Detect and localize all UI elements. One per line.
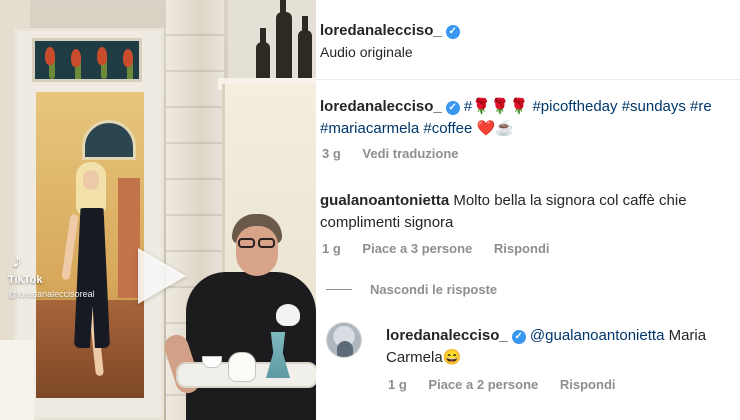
caption-hashtags-line2[interactable]: #mariacarmela #coffee: [320, 120, 472, 137]
verified-badge-icon: ✓: [445, 25, 460, 39]
reply-reply-button[interactable]: Rispondi: [560, 377, 616, 392]
caption-time: 3 g: [322, 146, 341, 161]
tiktok-icon: ♪: [12, 250, 22, 272]
post-caption: loredanalecciso_ ✓ #🌹🌹🌹 #picoftheday #sun…: [320, 96, 740, 140]
divider: [326, 289, 352, 290]
caption-username[interactable]: loredanalecciso_: [320, 98, 442, 115]
tiktok-handle: @loredanaleccisoreal: [8, 289, 95, 299]
glasses: [236, 238, 278, 248]
tiktok-brand: TikTok: [8, 274, 43, 286]
inner-door: [118, 178, 140, 298]
caption-hashtags[interactable]: #🌹🌹🌹 #picoftheday #sundays #re: [464, 98, 712, 115]
video-player[interactable]: ♪ TikTok @loredanaleccisoreal: [0, 0, 316, 420]
woman-with-tray: [186, 272, 316, 420]
tiktok-watermark: ♪ TikTok @loredanaleccisoreal: [8, 250, 95, 299]
post-header: loredanalecciso_ ✓ Audio originale: [316, 0, 740, 80]
play-icon[interactable]: [138, 248, 186, 304]
see-translation-link[interactable]: Vedi traduzione: [362, 146, 458, 161]
audio-label[interactable]: Audio originale: [320, 44, 413, 60]
comment: gualanoantonietta Molto bella la signora…: [320, 190, 734, 234]
reply-meta: 1 g Piace a 2 persone Rispondi: [388, 377, 634, 392]
reply-mention[interactable]: @gualanoantonietta: [530, 327, 665, 344]
stained-glass-window: [32, 38, 142, 82]
comment-username[interactable]: gualanoantonietta: [320, 192, 449, 209]
comment-likes-link[interactable]: Piace a 3 persone: [362, 241, 472, 256]
hide-replies-button[interactable]: Nascondi le risposte: [326, 282, 497, 297]
header-username[interactable]: loredanalecciso_: [320, 22, 442, 39]
comment-reply-button[interactable]: Rispondi: [494, 241, 550, 256]
reply-username[interactable]: loredanalecciso_: [386, 327, 508, 344]
comments-panel: loredanalecciso_ ✓ Audio originale loreda…: [316, 0, 740, 420]
caption-meta: 3 g Vedi traduzione: [322, 146, 477, 161]
header-user: loredanalecciso_ ✓: [320, 22, 460, 40]
reply-time: 1 g: [388, 377, 407, 392]
hide-replies-label: Nascondi le risposte: [370, 282, 498, 297]
verified-badge-icon: ✓: [511, 330, 526, 344]
comment-time: 1 g: [322, 241, 341, 256]
reply-likes-link[interactable]: Piace a 2 persone: [428, 377, 538, 392]
coffee-cup: [202, 356, 222, 368]
bottles: [252, 0, 316, 82]
avatar[interactable]: [326, 322, 362, 358]
comment-meta: 1 g Piace a 3 persone Rispondi: [322, 241, 568, 256]
milk-jug: [228, 352, 256, 382]
reply: loredanalecciso_ ✓ @gualanoantonietta Mar…: [386, 325, 736, 369]
caption-emoji: ❤️☕: [476, 120, 514, 137]
verified-badge-icon: ✓: [445, 101, 460, 115]
